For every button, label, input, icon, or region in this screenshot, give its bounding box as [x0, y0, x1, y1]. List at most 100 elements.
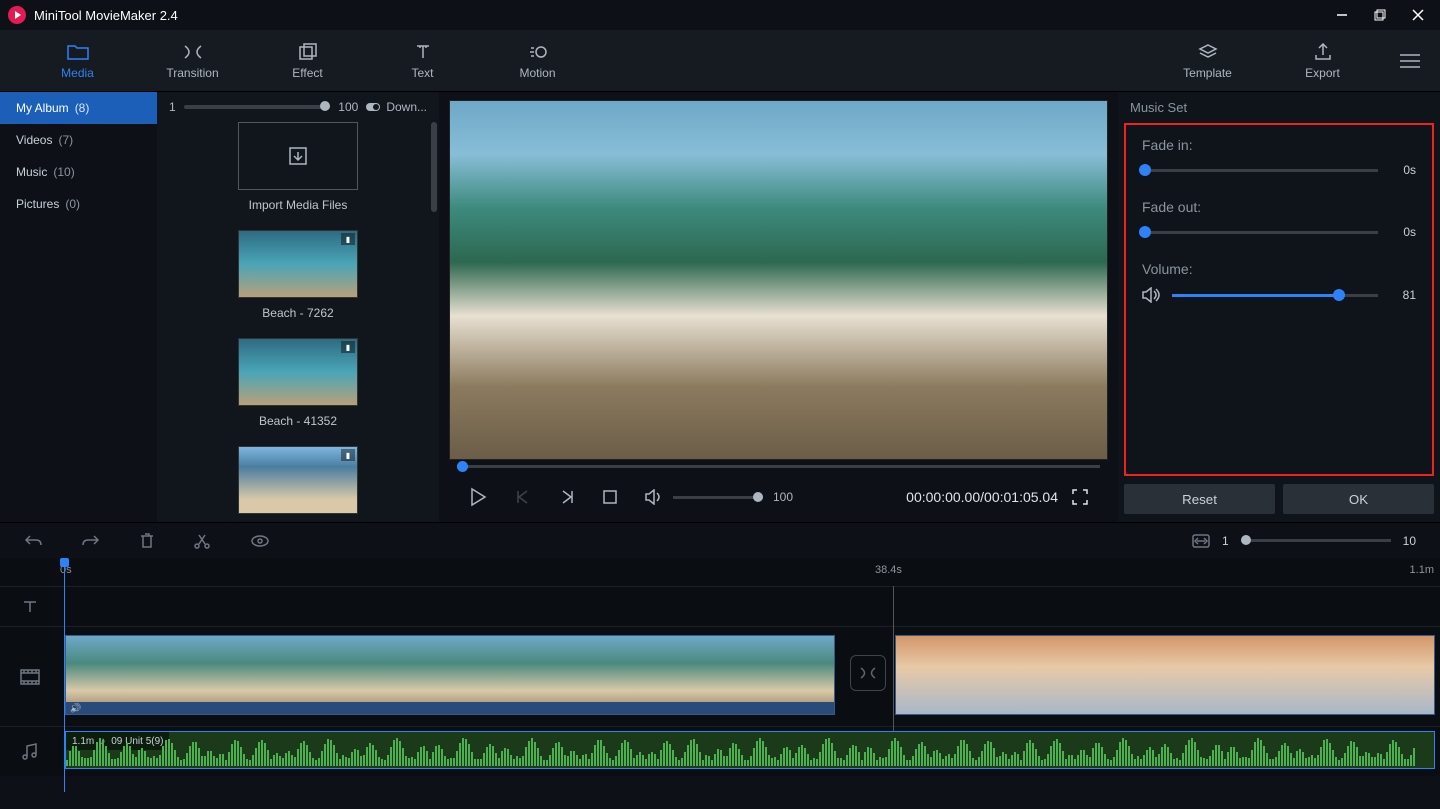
tab-effect[interactable]: Effect — [250, 41, 365, 80]
text-track[interactable] — [0, 586, 1440, 626]
effect-icon — [298, 41, 318, 63]
sidebar-item-label: My Album — [16, 101, 69, 115]
app-title: MiniTool MovieMaker 2.4 — [34, 8, 1336, 23]
template-icon — [1198, 41, 1218, 63]
volume-label: Volume: — [1142, 261, 1416, 277]
tab-label: Transition — [166, 66, 218, 80]
tab-text[interactable]: Text — [365, 41, 480, 80]
preview-panel: 100 00:00:00.00/00:01:05.04 — [439, 92, 1118, 522]
sidebar-item-label: Videos — [16, 133, 52, 147]
preview-volume-slider[interactable] — [673, 496, 763, 499]
sidebar-item-my-album[interactable]: My Album (8) — [0, 92, 157, 124]
ruler-tick: 38.4s — [875, 564, 902, 576]
crop-button[interactable] — [250, 533, 270, 549]
import-media-button[interactable] — [238, 122, 358, 190]
tab-media[interactable]: Media — [20, 41, 135, 80]
sidebar-item-pictures[interactable]: Pictures (0) — [0, 188, 157, 220]
next-frame-button[interactable] — [559, 489, 575, 505]
prev-frame-button[interactable] — [515, 489, 531, 505]
sidebar-item-count: (7) — [58, 133, 73, 147]
split-button[interactable] — [194, 533, 210, 549]
fit-timeline-button[interactable] — [1192, 534, 1210, 548]
text-track-icon — [0, 587, 60, 626]
preview-image — [450, 101, 1107, 459]
fade-in-value: 0s — [1390, 163, 1416, 177]
thumbnail-zoom-slider[interactable] — [184, 105, 331, 109]
sidebar-item-music[interactable]: Music (10) — [0, 156, 157, 188]
video-indicator-icon: ▮ — [341, 341, 355, 353]
import-caption: Import Media Files — [187, 198, 409, 212]
clip-audio-strip: 🔊 — [66, 702, 834, 714]
audio-track[interactable]: 1.1m ♪ 09 Unit 5(9) — [0, 726, 1440, 776]
fade-out-value: 0s — [1390, 225, 1416, 239]
stop-button[interactable] — [603, 490, 617, 504]
tab-export[interactable]: Export — [1265, 41, 1380, 80]
download-label: Down... — [386, 100, 427, 114]
minimize-button[interactable] — [1336, 9, 1356, 21]
timeline: 0s 38.4s 1.1m 🔊 1.1m — [0, 558, 1440, 776]
preview-viewport — [449, 100, 1108, 460]
video-track[interactable]: 🔊 — [0, 626, 1440, 726]
edit-toolbar: 1 10 — [0, 522, 1440, 558]
fade-out-label: Fade out: — [1142, 199, 1416, 215]
mute-button[interactable] — [645, 489, 663, 505]
tab-label: Export — [1305, 66, 1340, 80]
tab-label: Text — [411, 66, 433, 80]
delete-button[interactable] — [140, 533, 154, 549]
transition-slot[interactable] — [850, 655, 886, 691]
media-thumbnail[interactable]: ▮ — [238, 230, 358, 298]
tab-transition[interactable]: Transition — [135, 41, 250, 80]
video-track-icon — [0, 627, 60, 726]
timeline-zoom-max: 10 — [1403, 534, 1416, 548]
sidebar-item-videos[interactable]: Videos (7) — [0, 124, 157, 156]
maximize-button[interactable] — [1374, 9, 1394, 21]
tab-template[interactable]: Template — [1150, 41, 1265, 80]
video-clip[interactable]: 🔊 — [65, 635, 835, 715]
audio-track-icon — [0, 727, 60, 776]
tab-label: Template — [1183, 66, 1232, 80]
ok-button[interactable]: OK — [1283, 484, 1434, 514]
music-volume-slider[interactable] — [1172, 294, 1378, 297]
timeline-zoom-slider[interactable] — [1241, 539, 1391, 542]
media-sidebar: My Album (8) Videos (7) Music (10) Pictu… — [0, 92, 157, 522]
fullscreen-button[interactable] — [1072, 489, 1088, 505]
export-icon — [1313, 41, 1333, 63]
speaker-icon: 🔊 — [70, 703, 81, 714]
tab-label: Effect — [292, 66, 322, 80]
video-indicator-icon: ▮ — [341, 449, 355, 461]
folder-icon — [67, 41, 89, 63]
sidebar-item-count: (10) — [53, 165, 74, 179]
fade-in-slider[interactable] — [1142, 169, 1378, 172]
sidebar-item-count: (0) — [65, 197, 80, 211]
play-button[interactable] — [469, 487, 487, 507]
media-thumbnail[interactable]: ▮ — [238, 338, 358, 406]
audio-clip[interactable]: 1.1m ♪ 09 Unit 5(9) — [65, 731, 1435, 769]
volume-icon — [1142, 287, 1160, 303]
timeline-ruler[interactable]: 0s 38.4s 1.1m — [0, 558, 1440, 586]
zoom-max-label: 100 — [338, 100, 358, 114]
reset-button[interactable]: Reset — [1124, 484, 1275, 514]
properties-panel: Music Set Fade in: 0s Fade out: 0s Volum… — [1118, 92, 1440, 522]
seek-slider[interactable] — [457, 465, 1100, 468]
video-clip[interactable] — [895, 635, 1435, 715]
redo-button[interactable] — [82, 533, 100, 549]
media-thumbnail[interactable]: ▮ — [238, 446, 358, 514]
video-indicator-icon: ▮ — [341, 233, 355, 245]
close-button[interactable] — [1412, 9, 1432, 21]
sidebar-item-count: (8) — [75, 101, 90, 115]
tab-motion[interactable]: Motion — [480, 41, 595, 80]
fade-out-slider[interactable] — [1142, 231, 1378, 234]
waveform — [66, 738, 1434, 768]
undo-button[interactable] — [24, 533, 42, 549]
text-icon — [413, 41, 433, 63]
volume-value: 81 — [1390, 288, 1416, 302]
sidebar-item-label: Pictures — [16, 197, 59, 211]
media-scrollbar[interactable] — [431, 122, 437, 522]
menu-button[interactable] — [1380, 54, 1440, 68]
main-toolbar: Media Transition Effect Text Motion Temp… — [0, 30, 1440, 92]
tab-label: Media — [61, 66, 94, 80]
ruler-tick: 1.1m — [1410, 564, 1434, 576]
fade-in-label: Fade in: — [1142, 137, 1416, 153]
download-button[interactable]: Down... — [366, 100, 427, 114]
zoom-min-label: 1 — [169, 100, 176, 114]
